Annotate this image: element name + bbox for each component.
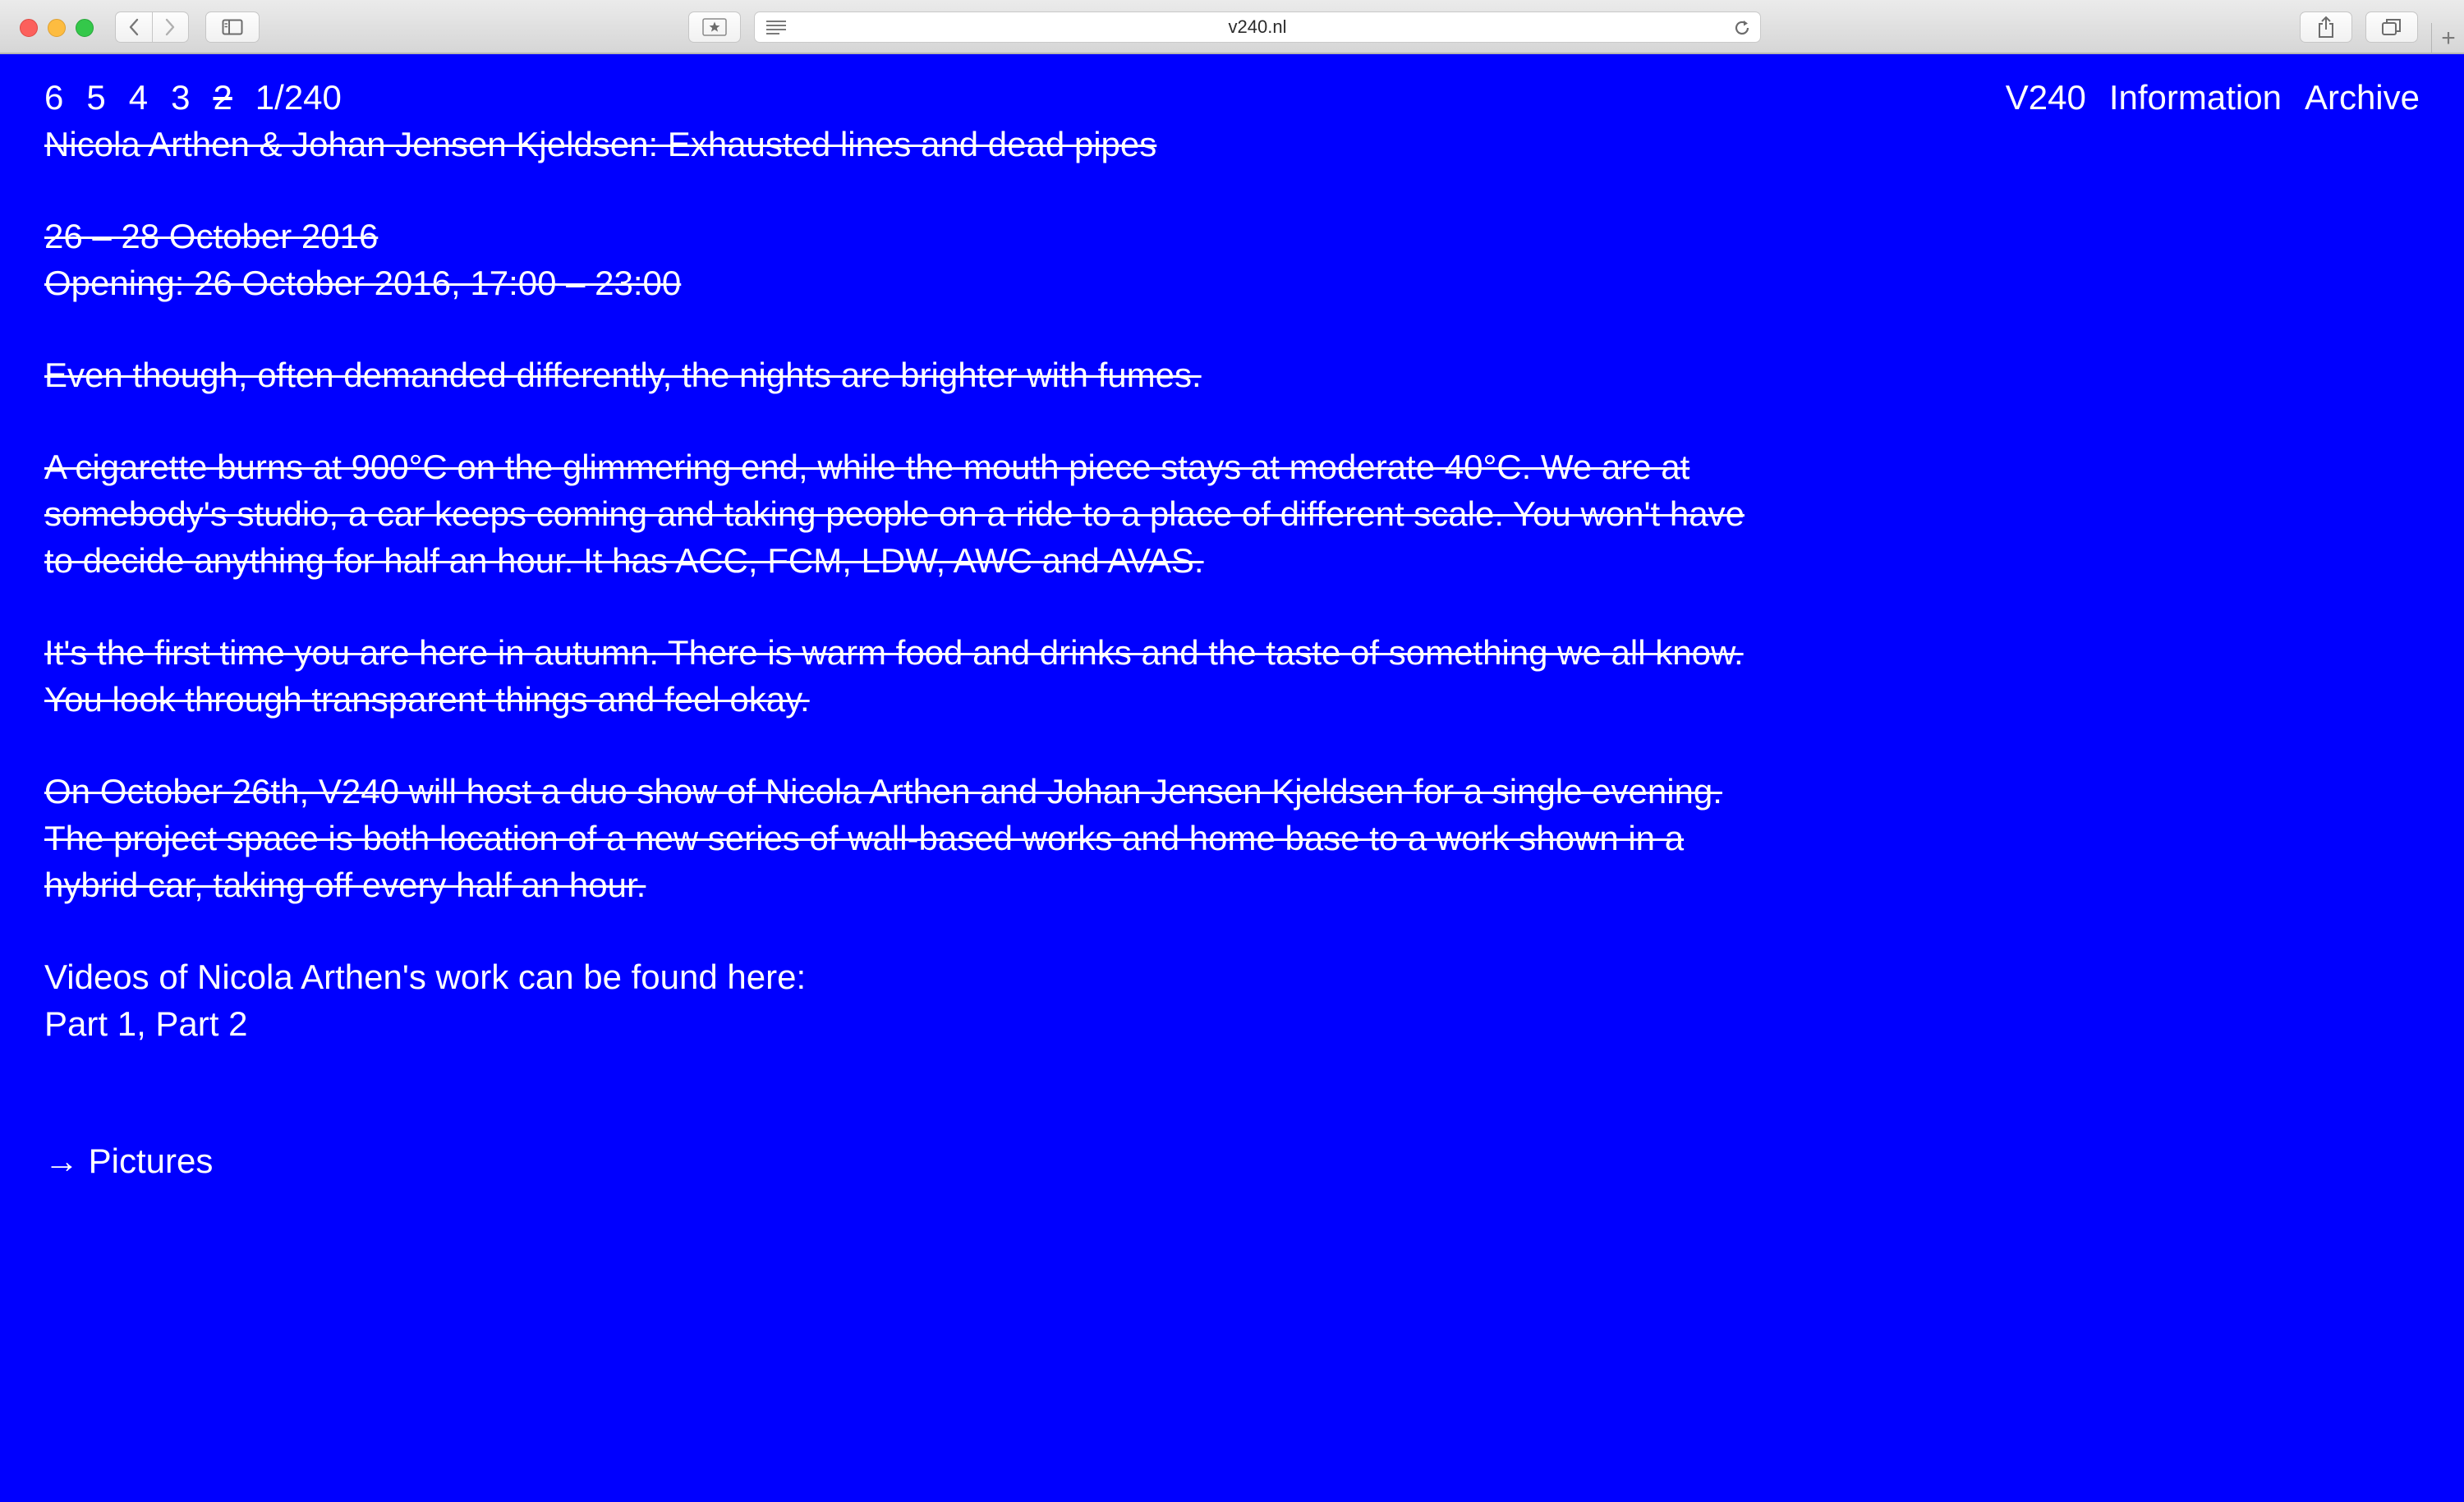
zoom-window-button[interactable] — [76, 19, 94, 37]
chevron-right-icon — [166, 18, 175, 36]
video-links: Part 1, Part 2 — [44, 1000, 1777, 1047]
page-link-5[interactable]: 5 — [86, 74, 105, 121]
page-link-2-current[interactable]: 2 — [213, 74, 232, 121]
article-paragraph-1: Even though, often demanded differently,… — [44, 356, 1202, 394]
sidebar-icon — [222, 19, 243, 35]
article-title: Nicola Arthen & Johan Jensen Kjeldsen: E… — [44, 125, 1157, 163]
plus-icon: + — [2441, 25, 2456, 52]
chevron-left-icon — [129, 18, 138, 36]
sidebar-button[interactable] — [205, 11, 260, 43]
url-text[interactable]: v240.nl — [755, 12, 1760, 42]
pictures-link[interactable]: → Pictures — [44, 1137, 1777, 1184]
forward-button[interactable] — [151, 12, 189, 42]
exhibition-dates: 26 – 28 October 2016 — [44, 217, 379, 255]
video-part-1-link[interactable]: Part 1 — [44, 1004, 136, 1043]
page-link-3[interactable]: 3 — [171, 74, 190, 121]
opening-times: Opening: 26 October 2016, 17:00 – 23:00 — [44, 264, 682, 302]
reload-icon[interactable] — [1732, 18, 1752, 38]
article-paragraph-2: A cigarette burns at 900°C on the glimme… — [44, 448, 1745, 580]
page-link-4[interactable]: 4 — [129, 74, 148, 121]
tabs-icon — [2382, 19, 2401, 35]
address-bar[interactable]: v240.nl — [754, 11, 1761, 43]
video-part-2-link[interactable]: Part 2 — [155, 1004, 247, 1043]
site-nav: V240 Information Archive — [2006, 74, 2420, 121]
nav-information[interactable]: Information — [2109, 74, 2282, 121]
page-link-1-of-240[interactable]: 1/240 — [255, 74, 342, 121]
nav-archive[interactable]: Archive — [2305, 74, 2420, 121]
minimize-window-button[interactable] — [48, 19, 66, 37]
nav-home-v240[interactable]: V240 — [2006, 74, 2086, 121]
videos-intro: Videos of Nicola Arthen's work can be fo… — [44, 958, 807, 996]
bookmark-button[interactable] — [688, 11, 741, 43]
page-link-6[interactable]: 6 — [44, 74, 63, 121]
exhibition-page-nav: 6 5 4 3 2 1/240 — [44, 74, 342, 121]
page-viewport: 6 5 4 3 2 1/240 V240 Information Archive… — [0, 54, 2464, 1502]
star-icon — [702, 18, 727, 36]
article-paragraph-4: On October 26th, V240 will host a duo sh… — [44, 772, 1722, 904]
article: Nicola Arthen & Johan Jensen Kjeldsen: E… — [44, 121, 1777, 1184]
history-nav-group — [115, 11, 189, 43]
share-button[interactable] — [2300, 11, 2352, 43]
show-tabs-button[interactable] — [2365, 11, 2418, 43]
close-window-button[interactable] — [20, 19, 38, 37]
new-tab-button[interactable]: + — [2431, 23, 2464, 54]
share-icon — [2319, 16, 2333, 38]
back-button[interactable] — [116, 12, 152, 42]
video-links-separator: , — [136, 1004, 156, 1043]
browser-toolbar: v240.nl + — [0, 0, 2464, 54]
article-paragraph-3: It's the first time you are here in autu… — [44, 633, 1744, 719]
